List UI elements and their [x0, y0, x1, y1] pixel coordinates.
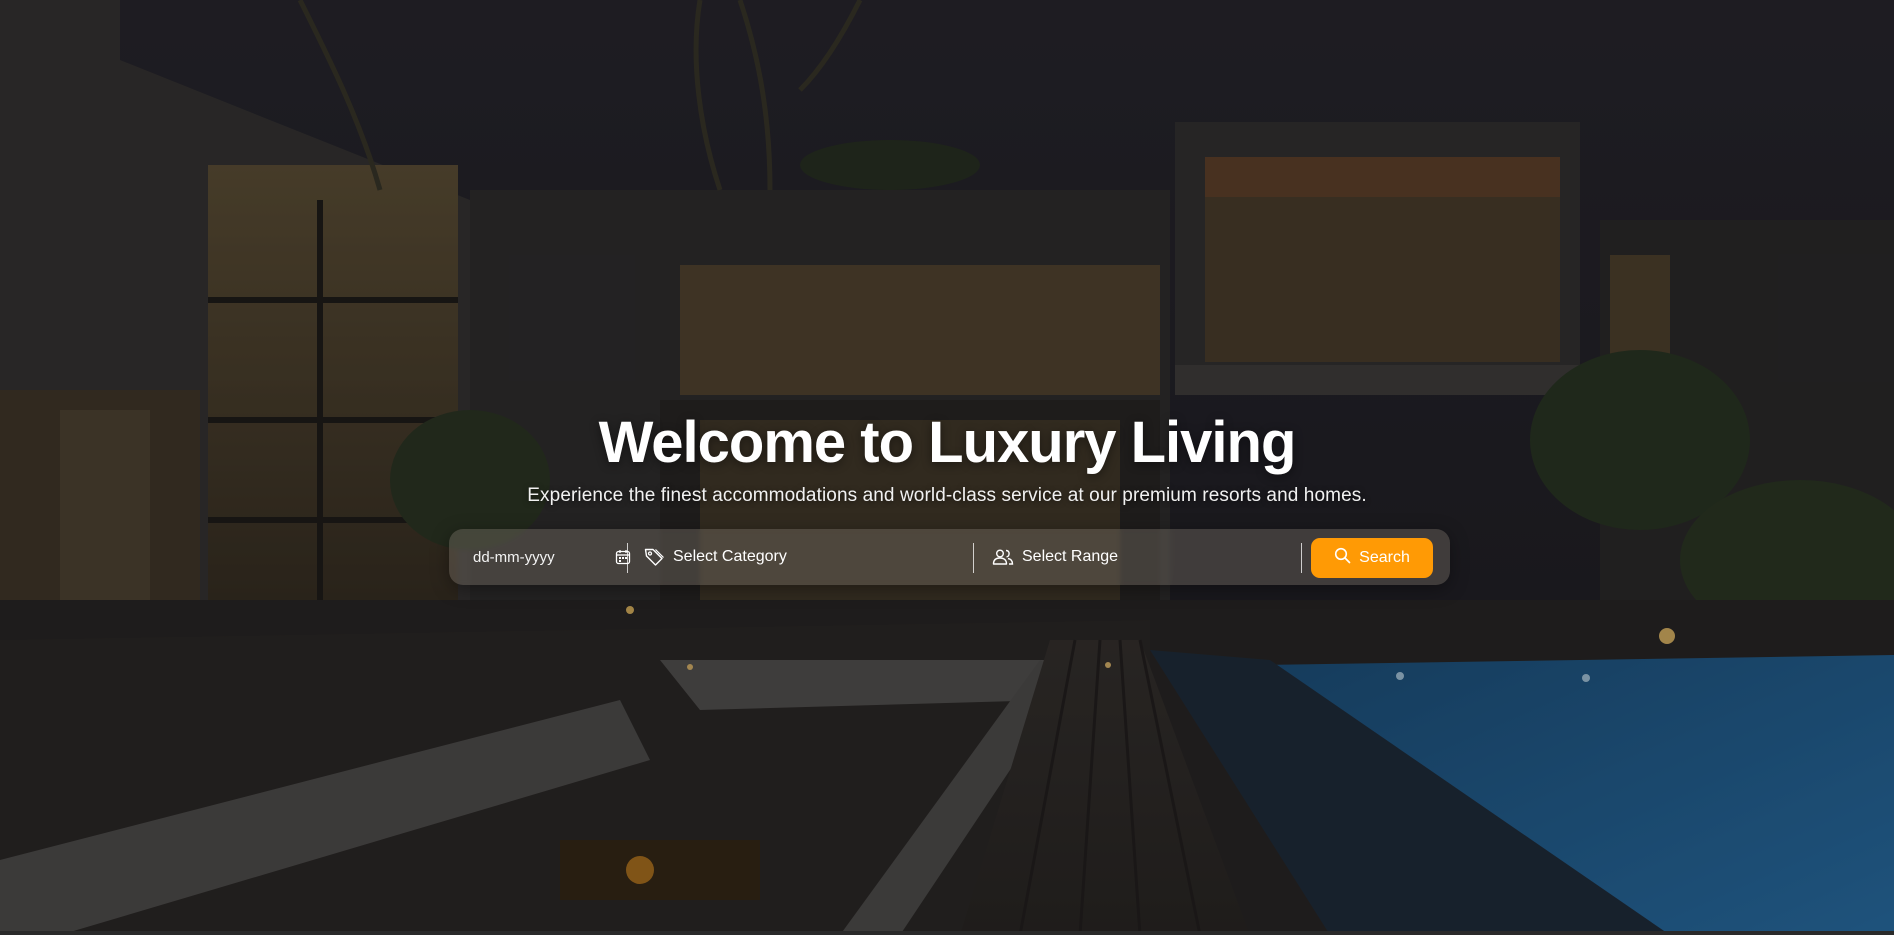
search-icon — [1334, 547, 1351, 569]
hero-content: Welcome to Luxury Living Experience the … — [0, 405, 1894, 511]
range-select-label: Select Range — [1022, 548, 1119, 565]
field-divider — [627, 543, 628, 573]
hero-subtitle: Experience the finest accommodations and… — [527, 485, 1367, 506]
date-input-value: dd-mm-yyyy — [473, 548, 555, 566]
search-bar: dd-mm-yyyy Select Category Select Range … — [449, 529, 1450, 585]
field-divider — [973, 543, 974, 573]
search-button-label: Search — [1359, 549, 1410, 566]
category-select[interactable]: Select Category — [643, 529, 963, 585]
field-divider — [1301, 543, 1302, 573]
calendar-icon[interactable] — [615, 549, 631, 570]
range-select[interactable]: Select Range — [992, 529, 1292, 585]
hero-section: Welcome to Luxury Living Experience the … — [0, 0, 1894, 935]
users-icon — [992, 547, 1014, 567]
page-bottom-border — [0, 931, 1894, 935]
tag-icon — [643, 546, 665, 568]
category-select-label: Select Category — [673, 548, 787, 565]
hero-title: Welcome to Luxury Living — [598, 410, 1297, 475]
search-button[interactable]: Search — [1311, 538, 1433, 578]
date-input[interactable]: dd-mm-yyyy — [473, 529, 631, 585]
